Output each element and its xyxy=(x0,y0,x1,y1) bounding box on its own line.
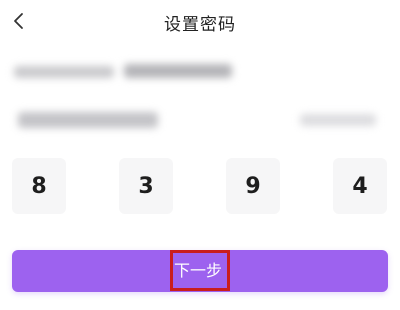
code-digit-box[interactable]: 4 xyxy=(333,158,387,214)
code-digit-box[interactable]: 8 xyxy=(12,158,66,214)
blurred-text-line xyxy=(300,114,376,126)
blurred-text-line xyxy=(14,66,114,78)
code-digit-box[interactable]: 9 xyxy=(226,158,280,214)
header-bar: 设置密码 xyxy=(0,0,400,44)
blurred-text-line xyxy=(18,112,158,128)
next-step-label: 下一步 xyxy=(173,261,222,280)
verification-code-row: 8 3 9 4 xyxy=(0,158,400,214)
page-title: 设置密码 xyxy=(164,15,236,35)
next-step-button[interactable]: 下一步 xyxy=(12,250,388,292)
blurred-text-line xyxy=(124,64,232,78)
code-digit-box[interactable]: 3 xyxy=(119,158,173,214)
blurred-description xyxy=(0,52,400,148)
